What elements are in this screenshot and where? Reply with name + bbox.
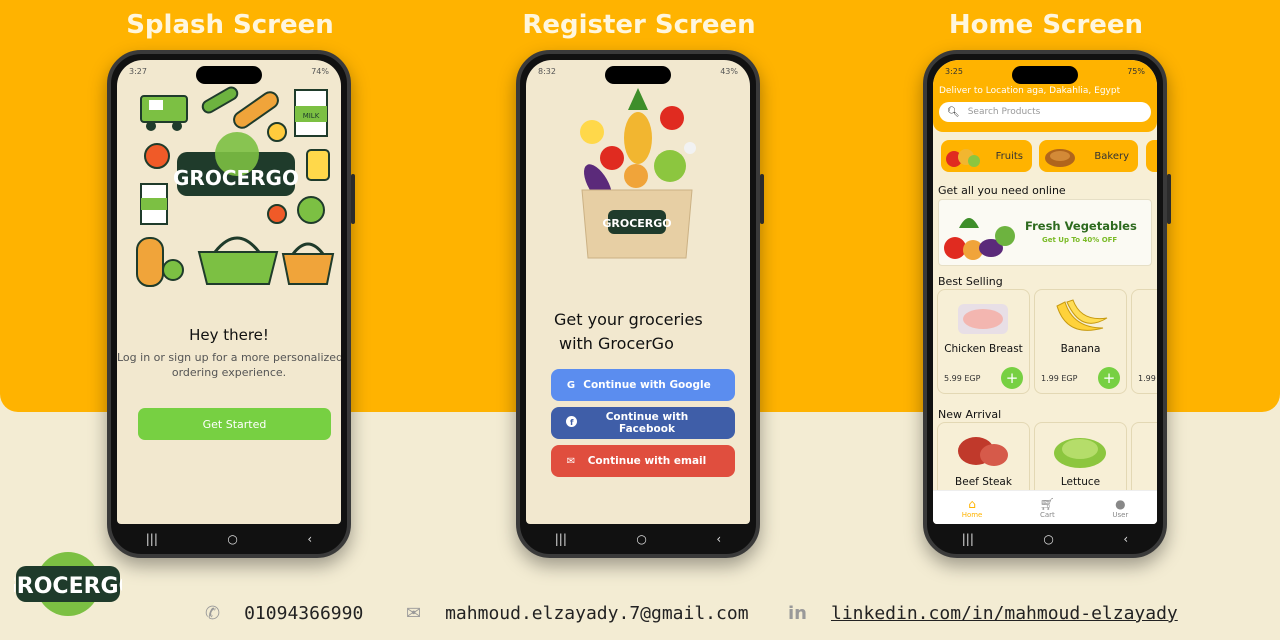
home-screen: 3:25 75% Deliver to Location aga, Dakahli… [933, 60, 1157, 524]
greeting-heading: Hey there! [189, 326, 269, 344]
section-online-title: Get all you need online [938, 184, 1066, 197]
banner-title: Fresh Vegetables [1025, 219, 1137, 233]
email-icon: ✉ [406, 603, 422, 624]
section-new-title: New Arrival [938, 408, 1002, 421]
contact-email[interactable]: ✉ mahmoud.elzayady.7@gmail.com [406, 603, 749, 624]
recents-icon[interactable]: ||| [555, 532, 567, 546]
svg-text:GROCERGO: GROCERGO [173, 166, 299, 190]
promo-banner[interactable]: Fresh Vegetables Get Up To 40% OFF [938, 199, 1152, 266]
product-card[interactable]: Chicken Breast 5.99 EGP + [937, 289, 1030, 394]
linkedin-icon: in [788, 603, 807, 624]
search-input[interactable]: 🔍︎ Search Products [939, 102, 1151, 122]
bottom-tab-bar: ⌂ Home 🛒︎ Cart ● User [933, 490, 1157, 524]
category-bakery[interactable]: Bakery [1039, 140, 1138, 172]
user-icon: ● [1115, 496, 1126, 511]
banner-subtitle: Get Up To 40% OFF [1042, 236, 1118, 244]
category-more[interactable] [1146, 140, 1157, 172]
product-card[interactable]: 1.99 [1131, 289, 1157, 394]
facebook-signin-button[interactable]: f Continue with Facebook [551, 407, 735, 439]
home-phone: 3:25 75% Deliver to Location aga, Dakahli… [923, 50, 1171, 558]
system-navbar: ||| ○ ‹ [520, 524, 756, 554]
system-navbar: ||| ○ ‹ [927, 524, 1163, 554]
grocery-illustration: MILK GROCERGO [136, 86, 335, 287]
lettuce-image [1054, 438, 1106, 468]
bakery-icon [1045, 149, 1075, 167]
vegetables-image [944, 218, 1015, 260]
svg-text:GROCERGO: GROCERGO [602, 217, 671, 230]
email-icon: ✉ [566, 455, 576, 467]
home-nav-icon[interactable]: ○ [227, 532, 237, 546]
contact-phone: ✆ 01094366990 [205, 603, 364, 624]
back-icon[interactable]: ‹ [307, 532, 312, 546]
back-icon[interactable]: ‹ [716, 532, 721, 546]
add-to-cart-button[interactable]: + [1001, 367, 1023, 389]
delivery-location[interactable]: Deliver to Location aga, Dakahlia, Egypt [939, 86, 1120, 96]
home-icon: ⌂ [968, 496, 976, 511]
tab-user[interactable]: ● User [1112, 497, 1128, 519]
svg-text:MILK: MILK [303, 112, 320, 120]
search-icon: 🔍︎ [947, 106, 960, 118]
system-navbar: ||| ○ ‹ [111, 524, 347, 554]
splash-phone: 3:27 74% MILK GROCERGO Hey there! Log in… [107, 50, 355, 558]
tab-home[interactable]: ⌂ Home [962, 497, 983, 519]
home-nav-icon[interactable]: ○ [636, 532, 646, 546]
email-signin-button[interactable]: ✉ Continue with email [551, 445, 735, 477]
chicken-breast-image [958, 304, 1008, 334]
grocergo-logo: GROCERGO [14, 552, 122, 616]
svg-text:GROCERGO: GROCERGO [14, 574, 122, 599]
recents-icon[interactable]: ||| [146, 532, 158, 546]
svg-text:f: f [570, 418, 574, 427]
product-card[interactable]: Banana 1.99 EGP + [1034, 289, 1127, 394]
splash-screen: 3:27 74% MILK GROCERGO Hey there! Log in… [117, 60, 341, 524]
banana-image [1056, 299, 1108, 331]
register-title: Register Screen [522, 10, 756, 40]
recents-icon[interactable]: ||| [962, 532, 974, 546]
grocery-bag-illustration: GROCERGO [580, 88, 696, 259]
register-headline: Get your groceries with GrocerGo [554, 310, 703, 353]
phone-icon: ✆ [205, 603, 221, 624]
tab-cart[interactable]: 🛒︎ Cart [1040, 497, 1055, 519]
get-started-button[interactable]: Get Started [138, 408, 331, 440]
beef-steak-image [958, 437, 1008, 466]
category-fruits[interactable]: Fruits [941, 140, 1032, 172]
greeting-subtext: Log in or sign up for a more personalize… [117, 351, 341, 379]
register-screen: 8:32 43% GROCERGO Get your groceries with… [526, 60, 750, 524]
section-best-title: Best Selling [938, 275, 1003, 288]
splash-title: Splash Screen [126, 10, 334, 40]
home-nav-icon[interactable]: ○ [1043, 532, 1053, 546]
back-icon[interactable]: ‹ [1123, 532, 1128, 546]
cart-icon: 🛒︎ [1039, 496, 1055, 511]
register-phone: 8:32 43% GROCERGO Get your groceries with… [516, 50, 764, 558]
google-signin-button[interactable]: G Continue with Google [551, 369, 735, 401]
facebook-icon: f [563, 416, 579, 430]
home-title: Home Screen [948, 10, 1144, 40]
fruits-icon [946, 149, 980, 167]
contact-linkedin[interactable]: in linkedin.com/in/mahmoud-elzayady [788, 603, 1178, 624]
add-to-cart-button[interactable]: + [1098, 367, 1120, 389]
google-icon: G [566, 379, 576, 391]
